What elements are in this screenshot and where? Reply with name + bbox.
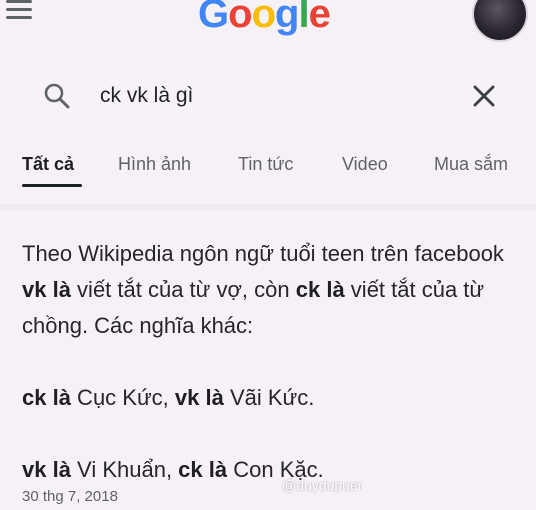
tab-shopping[interactable]: Mua sắm <box>434 154 508 175</box>
tab-video[interactable]: Video <box>342 154 388 175</box>
watermark: @duydupuer <box>282 477 363 493</box>
logo-letter: g <box>275 0 299 36</box>
menu-icon[interactable] <box>6 0 32 20</box>
search-tabs: Tất cả Hình ảnh Tin tức Video Mua sắm <box>0 150 536 190</box>
active-tab-indicator <box>22 184 82 187</box>
logo-letter: G <box>198 0 229 36</box>
tab-all[interactable]: Tất cả <box>22 154 74 175</box>
snippet-bold: ck là <box>295 277 345 302</box>
tab-news[interactable]: Tin tức <box>238 154 293 175</box>
close-icon[interactable] <box>470 82 498 110</box>
logo-letter: o <box>228 0 252 36</box>
snippet-paragraph: vk là Vi Khuẩn, ck là Con Kặc. <box>22 452 522 488</box>
search-box[interactable]: ck vk là gì <box>0 62 536 132</box>
snippet-text: Vi Khuẩn, <box>70 457 179 482</box>
snippet-paragraph: Theo Wikipedia ngôn ngữ tuổi teen trên f… <box>22 236 522 344</box>
snippet-bold: ck là <box>22 385 71 410</box>
logo-letter: l <box>298 0 309 36</box>
tab-images[interactable]: Hình ảnh <box>118 154 191 175</box>
logo-letter: o <box>251 0 276 36</box>
snippet-text: viết tắt của từ vợ, còn <box>70 277 296 302</box>
snippet-text: Theo Wikipedia ngôn ngữ tuổi teen trên f… <box>22 241 504 266</box>
snippet-bold: vk là <box>22 277 71 302</box>
snippet-bold: vk là <box>174 385 224 410</box>
result-date: 30 thg 7, 2018 <box>22 488 118 505</box>
snippet-paragraph: ck là Cục Kức, vk là Vãi Kức. <box>22 380 522 416</box>
top-bar: Google <box>0 0 536 46</box>
snippet-bold: ck là <box>178 457 228 482</box>
google-logo[interactable]: Google <box>198 0 331 38</box>
divider <box>0 204 536 210</box>
snippet-text: Vãi Kức. <box>223 385 315 410</box>
search-icon[interactable] <box>42 81 72 111</box>
snippet-text: Cục Kức, <box>70 385 175 410</box>
search-input[interactable]: ck vk là gì <box>100 82 193 110</box>
avatar[interactable] <box>472 0 528 42</box>
logo-letter: e <box>308 0 331 36</box>
snippet-bold: vk là <box>22 457 71 482</box>
